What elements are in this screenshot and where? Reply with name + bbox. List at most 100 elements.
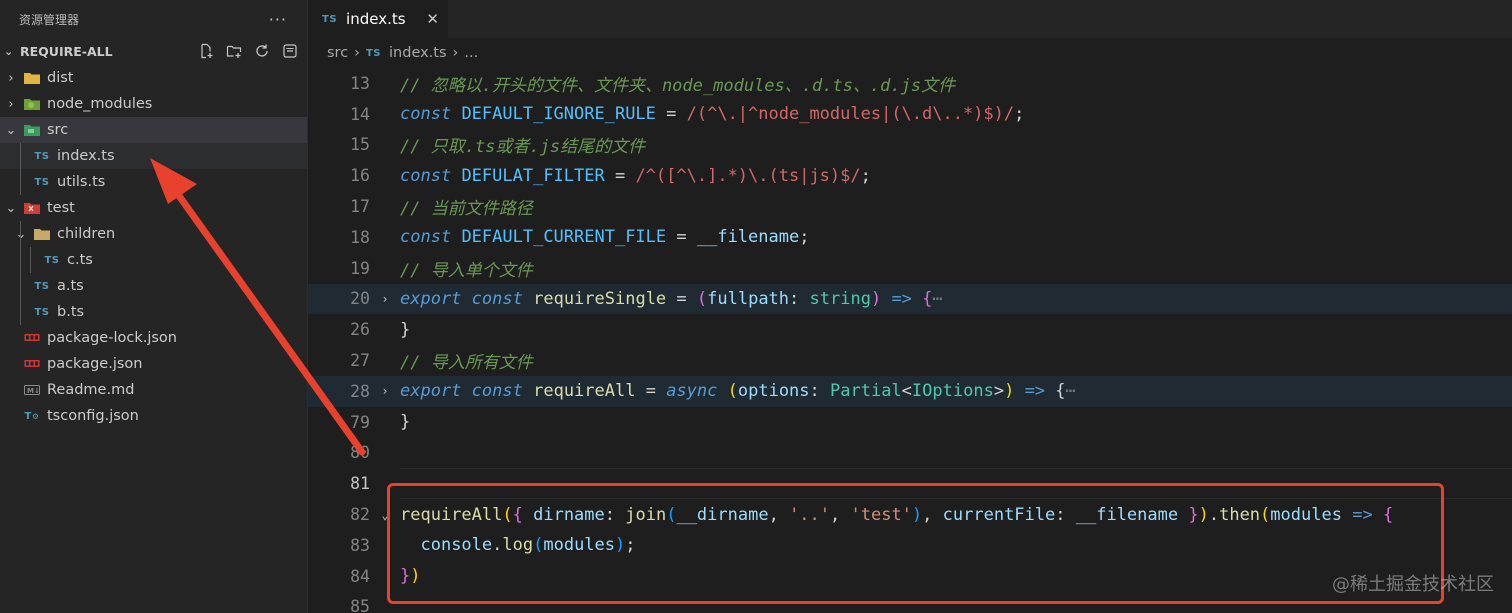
line-number: 26 — [350, 320, 370, 340]
tree-item[interactable]: package-lock.json — [0, 325, 307, 351]
refresh-icon[interactable] — [253, 42, 271, 60]
tree-item-label: test — [47, 200, 75, 216]
code-text: export const requireAll = async (options… — [400, 381, 1076, 401]
tsconfig-icon: T⚙ — [24, 410, 40, 422]
code-token: { — [922, 288, 933, 309]
typescript-icon: TS — [34, 150, 50, 162]
typescript-icon: TS — [34, 306, 50, 318]
code-text: // 忽略以.开头的文件、文件夹、node_modules、.d.ts、.d.j… — [400, 71, 955, 96]
collapse-all-icon[interactable] — [281, 42, 299, 60]
code-line[interactable]: 80 — [308, 438, 1512, 469]
tree-item[interactable]: TS utils.ts — [0, 169, 307, 195]
chevron-down-icon[interactable]: ⌄ — [4, 45, 18, 58]
code-token: < — [901, 381, 912, 402]
tree-item[interactable]: M↓ Readme.md — [0, 377, 307, 403]
tree-item-label: index.ts — [57, 148, 115, 164]
code-token: requireAll — [533, 381, 636, 402]
code-token: : — [809, 381, 831, 402]
more-actions-icon[interactable]: ··· — [269, 10, 287, 29]
code-line[interactable]: 16 const DEFULAT_FILTER = /^([^\.].*)\.(t… — [308, 160, 1512, 191]
tree-item[interactable]: TS b.ts — [0, 299, 307, 325]
chevron-right-icon[interactable]: › — [4, 97, 18, 112]
code-token: ; — [860, 165, 871, 186]
breadcrumb-symbol[interactable]: ... — [464, 45, 478, 61]
code-line[interactable]: 13 // 忽略以.开头的文件、文件夹、node_modules、.d.ts、.d… — [308, 68, 1512, 99]
code-token: options — [737, 381, 810, 402]
line-number: 81 — [350, 474, 370, 494]
typescript-icon: TS — [322, 13, 338, 25]
tab-index-ts[interactable]: TS index.ts ✕ — [308, 0, 448, 38]
code-text: const DEFULAT_FILTER = /^([^\.].*)\.(ts|… — [400, 166, 871, 186]
line-number: 14 — [350, 104, 370, 124]
code-line[interactable]: 19 // 导入单个文件 — [308, 253, 1512, 284]
code-line[interactable]: 28 › export const requireAll = async (opti… — [308, 375, 1512, 407]
line-number: 19 — [350, 258, 370, 278]
code-line[interactable]: 26} — [308, 314, 1512, 345]
code-line[interactable]: 14 const DEFAULT_IGNORE_RULE = /(^\.|^nod… — [308, 99, 1512, 130]
code-token: fullpath — [707, 288, 790, 309]
code-text: export const requireSingle = (fullpath: … — [400, 289, 943, 309]
line-number: 85 — [350, 597, 370, 613]
line-number: 80 — [350, 443, 370, 463]
tree-item[interactable]: ⌄ src — [0, 117, 307, 143]
breadcrumb-file[interactable]: index.ts — [389, 45, 447, 61]
workspace-name: REQUIRE-ALL — [20, 43, 113, 59]
code-token: const — [400, 227, 452, 248]
folder-test-icon — [23, 200, 41, 216]
tree-item[interactable]: TS a.ts — [0, 273, 307, 299]
code-token: } — [400, 319, 411, 340]
chevron-right-icon[interactable]: › — [4, 71, 18, 86]
workspace-section-header[interactable]: ⌄ REQUIRE-ALL — [0, 38, 307, 64]
code-line[interactable]: 15 // 只取.ts或者.js结尾的文件 — [308, 130, 1512, 161]
chevron-down-icon[interactable]: ⌄ — [4, 201, 18, 216]
code-token: : — [789, 288, 810, 309]
fold-expand-icon[interactable]: › — [370, 292, 400, 306]
code-token: export — [400, 381, 462, 402]
indent-guide — [20, 299, 21, 325]
fold-expand-icon[interactable]: › — [370, 384, 400, 398]
tree-item[interactable]: TS index.ts — [0, 143, 307, 169]
code-token: IOptions — [911, 381, 994, 402]
folder-node-icon — [23, 96, 41, 112]
code-token: } — [400, 412, 411, 433]
line-number: 18 — [350, 227, 370, 247]
folder-src-icon — [23, 122, 41, 138]
code-token: // 导入所有文件 — [400, 353, 533, 374]
code-token: = — [655, 104, 687, 125]
chevron-down-icon[interactable]: ⌄ — [4, 123, 18, 138]
code-text: const DEFAULT_CURRENT_FILE = __filename; — [400, 227, 809, 247]
code-token: DEFULAT_FILTER — [461, 165, 605, 186]
tree-item[interactable]: package.json — [0, 351, 307, 377]
code-text: } — [400, 320, 410, 340]
chevron-down-icon[interactable]: ⌄ — [14, 227, 28, 242]
tree-item[interactable]: TS c.ts — [0, 247, 307, 273]
breadcrumb-folder[interactable]: src — [327, 45, 348, 61]
close-icon[interactable]: ✕ — [426, 10, 439, 28]
code-text: // 导入单个文件 — [400, 256, 533, 281]
folder-dist-icon — [23, 70, 41, 86]
code-token: = — [604, 165, 636, 186]
tree-item[interactable]: › node_modules — [0, 91, 307, 117]
code-line[interactable]: 27 // 导入所有文件 — [308, 345, 1512, 376]
folder-open-icon — [33, 226, 51, 242]
tree-item[interactable]: T⚙ tsconfig.json — [0, 403, 307, 429]
indent-guide — [20, 247, 21, 273]
code-line[interactable]: 18 const DEFAULT_CURRENT_FILE = __filenam… — [308, 222, 1512, 253]
tab-label: index.ts — [346, 10, 406, 28]
indent-guide — [20, 221, 21, 247]
tree-item[interactable]: ⌄ test — [0, 195, 307, 221]
new-folder-icon[interactable] — [225, 42, 243, 60]
code-line[interactable]: 79} — [308, 407, 1512, 438]
code-line[interactable]: 20 › export const requireSingle = (fullpat… — [308, 283, 1512, 315]
code-line[interactable]: 17 // 当前文件路径 — [308, 191, 1512, 222]
tree-item[interactable]: › dist — [0, 65, 307, 91]
code-token: // 只取.ts或者.js结尾的文件 — [400, 137, 646, 158]
code-text: // 只取.ts或者.js结尾的文件 — [400, 132, 645, 157]
tree-item-label: tsconfig.json — [47, 408, 139, 424]
new-file-icon[interactable] — [197, 42, 215, 60]
tree-item[interactable]: ⌄ children — [0, 221, 307, 247]
